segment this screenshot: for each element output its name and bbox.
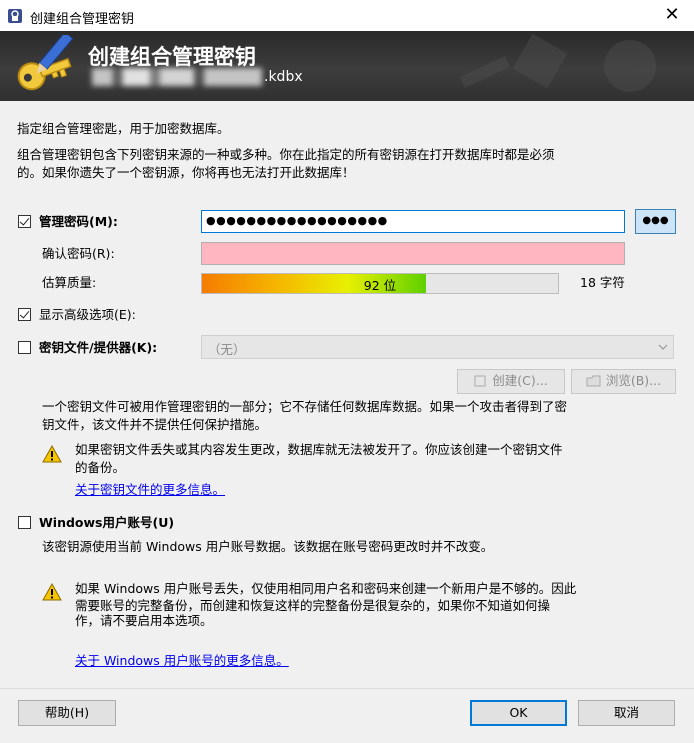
key-file-selected: （无） xyxy=(208,342,246,357)
cancel-button[interactable]: 取消 xyxy=(578,700,675,726)
help-button-label: 帮助(H) xyxy=(44,705,90,720)
intro-line: 指定组合管理密匙，用于加密数据库。 xyxy=(17,121,230,136)
ok-button-label: OK xyxy=(509,705,528,720)
intro-desc-line-1: 组合管理密钥包含下列密钥来源的一种或多种。你在此指定的所有密钥源在打开数据库时都… xyxy=(17,147,555,162)
browse-key-file-label: 浏览(B)... xyxy=(605,373,662,388)
banner-filename: .kdbx xyxy=(264,69,303,85)
dots-icon: ●●● xyxy=(642,215,669,226)
master-password-checkbox[interactable] xyxy=(18,215,31,228)
key-file-select[interactable]: （无） xyxy=(201,335,674,359)
confirm-password-label: 确认密码(R): xyxy=(42,246,115,261)
keepass-app-icon xyxy=(8,9,22,23)
create-key-file-label: 创建(C)... xyxy=(492,373,548,388)
background-key-decoration xyxy=(459,33,656,92)
quality-label: 估算质量: xyxy=(42,275,97,290)
windows-account-label: Windows用户账号(U) xyxy=(39,515,175,530)
quality-bits: 92 位 xyxy=(363,278,397,293)
window-title: 创建组合管理密钥 xyxy=(30,12,135,27)
confirm-password-input[interactable] xyxy=(201,242,625,265)
ok-button[interactable]: OK xyxy=(470,700,567,726)
master-password-input[interactable]: ●●●●●●●●●●●●●●●●●● xyxy=(201,210,625,233)
redacted-filename xyxy=(92,68,262,86)
character-count: 18 字符 xyxy=(580,275,625,290)
master-password-label: 管理密码(M): xyxy=(39,214,118,229)
windows-account-checkbox[interactable] xyxy=(18,516,31,529)
close-icon: ✕ xyxy=(664,4,680,25)
create-key-file-button[interactable]: 创建(C)... xyxy=(457,369,565,394)
windows-warning-line-3: 作，请不要启用本选项。 xyxy=(75,613,213,628)
browse-key-file-button[interactable]: 浏览(B)... xyxy=(571,369,676,394)
windows-account-desc: 该密钥源使用当前 Windows 用户账号数据。该数据在账号密码更改时并不改变。 xyxy=(42,539,494,554)
key-file-warning-line-1: 如果密钥文件丢失或其内容发生更改，数据库就无法被发开了。你应该创建一个密钥文件 xyxy=(75,442,563,457)
warning-icon xyxy=(42,445,62,463)
key-pen-icon xyxy=(17,35,74,91)
help-button[interactable]: 帮助(H) xyxy=(18,700,116,726)
chevron-down-icon xyxy=(658,344,668,350)
new-file-icon xyxy=(474,375,486,387)
key-file-more-info-link[interactable]: 关于密钥文件的更多信息。 xyxy=(75,481,225,499)
quality-bar: 92 位 xyxy=(201,273,559,294)
title-bar: 创建组合管理密钥 ✕ xyxy=(0,0,694,32)
show-password-toggle-button[interactable]: ●●● xyxy=(635,209,676,234)
advanced-options-label: 显示高级选项(E): xyxy=(39,307,136,322)
windows-warning-line-1: 如果 Windows 用户账号丢失，仅使用相同用户名和密码来创建一个新用户是不够… xyxy=(75,581,577,596)
key-file-desc-line-1: 一个密钥文件可被用作管理密钥的一部分；它不存储任何数据库数据。如果一个攻击者得到… xyxy=(42,399,568,414)
advanced-options-checkbox[interactable] xyxy=(18,308,31,321)
key-file-warning-line-2: 的备份。 xyxy=(75,460,126,475)
close-button[interactable]: ✕ xyxy=(656,3,688,27)
intro-desc-line-2: 的。如果你遗失了一个密钥源，你将再也无法打开此数据库！ xyxy=(17,165,355,180)
warning-icon xyxy=(42,583,62,601)
key-file-label: 密钥文件/提供器(K): xyxy=(39,340,158,355)
key-file-checkbox[interactable] xyxy=(18,341,31,354)
master-password-value: ●●●●●●●●●●●●●●●●●● xyxy=(206,214,388,227)
header-banner: 创建组合管理密钥 .kdbx xyxy=(0,31,694,101)
folder-icon xyxy=(586,375,601,387)
key-file-desc-line-2: 钥文件，该文件并不提供任何保护措施。 xyxy=(42,417,268,432)
banner-heading: 创建组合管理密钥 xyxy=(88,45,256,69)
windows-account-more-info-link[interactable]: 关于 Windows 用户账号的更多信息。 xyxy=(75,652,289,670)
cancel-button-label: 取消 xyxy=(613,705,639,720)
